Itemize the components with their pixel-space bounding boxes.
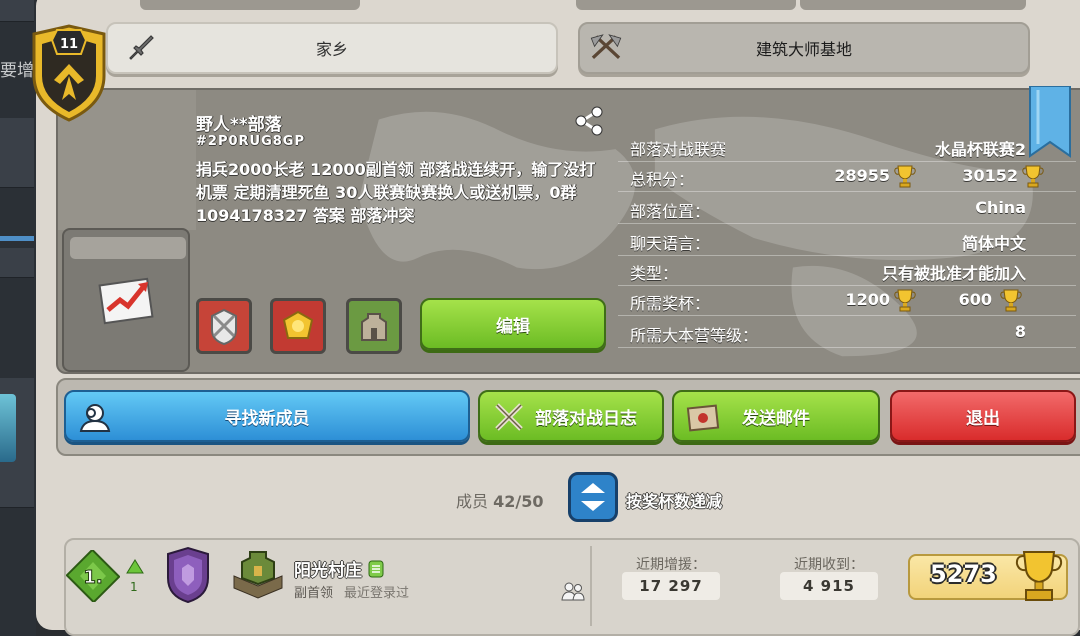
required-th-value: 8	[1014, 322, 1026, 341]
sword-icon	[122, 30, 158, 66]
member-name[interactable]: 阳光村庄	[294, 556, 384, 581]
war-league-value: 水晶杯联赛2	[934, 140, 1026, 159]
send-mail-label: 发送邮件	[742, 408, 810, 429]
total-points-home: 28955	[834, 166, 890, 185]
received-value: 4 915	[780, 572, 878, 600]
left-strip-segment	[0, 0, 34, 22]
war-league-label: 部落对战联赛	[630, 140, 727, 159]
member-count-label: 成员	[456, 492, 489, 511]
stat-row-required-trophies: 所需奖杯： 1200 600	[618, 286, 1076, 316]
required-trophies-label: 所需奖杯：	[630, 294, 711, 313]
top-tab[interactable]	[576, 0, 796, 10]
clan-perk-icon	[368, 560, 384, 578]
left-blue-indicator	[0, 236, 34, 241]
member-trophies: 5273	[930, 560, 997, 588]
stat-row-war-league: 部落对战联赛 水晶杯联赛2	[618, 132, 1076, 162]
received-label: 近期收到：	[794, 557, 864, 573]
type-label: 类型：	[630, 264, 679, 283]
clan-description: 捐兵2000长老 12000副首领 部落战连续开，输了没打机票 定期清理死鱼 3…	[196, 160, 596, 225]
tab-builder-label: 建筑大师基地	[755, 40, 852, 59]
builder-trophy-icon	[1000, 289, 1022, 312]
builder-trophy-icon	[1022, 165, 1044, 188]
rank-laurel-icon: 1.	[66, 550, 120, 602]
member-rank: 1.	[83, 567, 102, 588]
member-count: 成员 42/50	[456, 488, 543, 512]
search-member-icon	[76, 398, 114, 436]
send-mail-button[interactable]: 发送邮件	[672, 390, 880, 442]
stat-row-location: 部落位置： China	[618, 194, 1076, 224]
top-tab[interactable]	[800, 0, 1026, 10]
crossed-swords-icon	[490, 398, 528, 436]
type-value: 只有被批准才能加入	[881, 264, 1026, 283]
clan-badge-icon[interactable]: 11	[28, 24, 110, 122]
chat-language-label: 聊天语言：	[630, 234, 711, 253]
member-last-seen: 最近登录过	[344, 586, 410, 601]
trophy-icon	[894, 289, 916, 312]
required-trophies-home: 1200	[845, 290, 890, 309]
location-label: 部落位置：	[630, 202, 711, 221]
tab-home-village[interactable]: 家乡	[106, 22, 558, 74]
find-members-label: 寻找新成员	[224, 408, 310, 429]
member-name-text: 阳光村庄	[294, 561, 362, 581]
left-gem-icon[interactable]	[0, 394, 16, 462]
chart-trend-icon[interactable]	[98, 270, 156, 326]
tab-builder-base[interactable]: 建筑大师基地	[578, 22, 1030, 74]
left-strip-segment	[0, 248, 34, 278]
sort-label: 按奖杯数递减	[626, 492, 723, 511]
clan-name: 野人**部落	[196, 115, 282, 135]
rank-change: 1	[130, 580, 138, 594]
clan-tag[interactable]: #2P0RUG8GP	[196, 134, 305, 149]
share-icon[interactable]	[572, 104, 606, 138]
stat-row-required-town-hall: 所需大本营等级： 8	[618, 318, 1076, 348]
clan-capital-icon[interactable]	[346, 298, 402, 354]
town-hall-icon[interactable]	[230, 548, 286, 600]
chat-language-value: 简体中文	[961, 234, 1026, 253]
stats-tab-button[interactable]	[70, 237, 186, 259]
trophy-icon	[1015, 551, 1063, 601]
rank-up-arrow-icon	[126, 559, 144, 574]
war-frequency-icon[interactable]	[196, 298, 252, 354]
edit-button[interactable]: 编辑	[420, 298, 606, 350]
required-trophies-builder: 600	[958, 290, 992, 309]
find-members-button[interactable]: 寻找新成员	[64, 390, 470, 442]
sort-arrows-icon	[581, 483, 605, 511]
mail-icon	[684, 398, 722, 436]
left-strip-segment	[0, 118, 34, 188]
legend-league-icon[interactable]	[162, 546, 214, 604]
top-tab[interactable]	[140, 0, 360, 10]
row-divider	[590, 546, 592, 626]
total-points-builder: 30152	[962, 166, 1018, 185]
donated-label: 近期增援：	[636, 557, 706, 573]
stat-row-total-points: 总积分： 28955 30152	[618, 162, 1076, 192]
member-count-value: 42/50	[493, 492, 544, 511]
sort-toggle-button[interactable]	[568, 472, 618, 522]
required-th-label: 所需大本营等级：	[630, 326, 759, 345]
leave-clan-button[interactable]: 退出	[890, 390, 1076, 442]
location-value: China	[975, 198, 1026, 217]
clan-level: 11	[60, 37, 78, 52]
war-league-icon[interactable]	[270, 298, 326, 354]
trophy-icon	[894, 165, 916, 188]
total-points-label: 总积分：	[630, 170, 695, 189]
friends-icon[interactable]	[560, 580, 586, 602]
donated-value: 17 297	[622, 572, 720, 600]
member-role: 副首领	[294, 586, 334, 601]
stat-row-type: 类型： 只有被批准才能加入	[618, 256, 1076, 286]
tab-home-label: 家乡	[315, 40, 348, 59]
crossed-axes-icon	[588, 30, 624, 66]
stat-row-chat-language: 聊天语言： 简体中文	[618, 226, 1076, 256]
war-log-button[interactable]: 部落对战日志	[478, 390, 664, 442]
